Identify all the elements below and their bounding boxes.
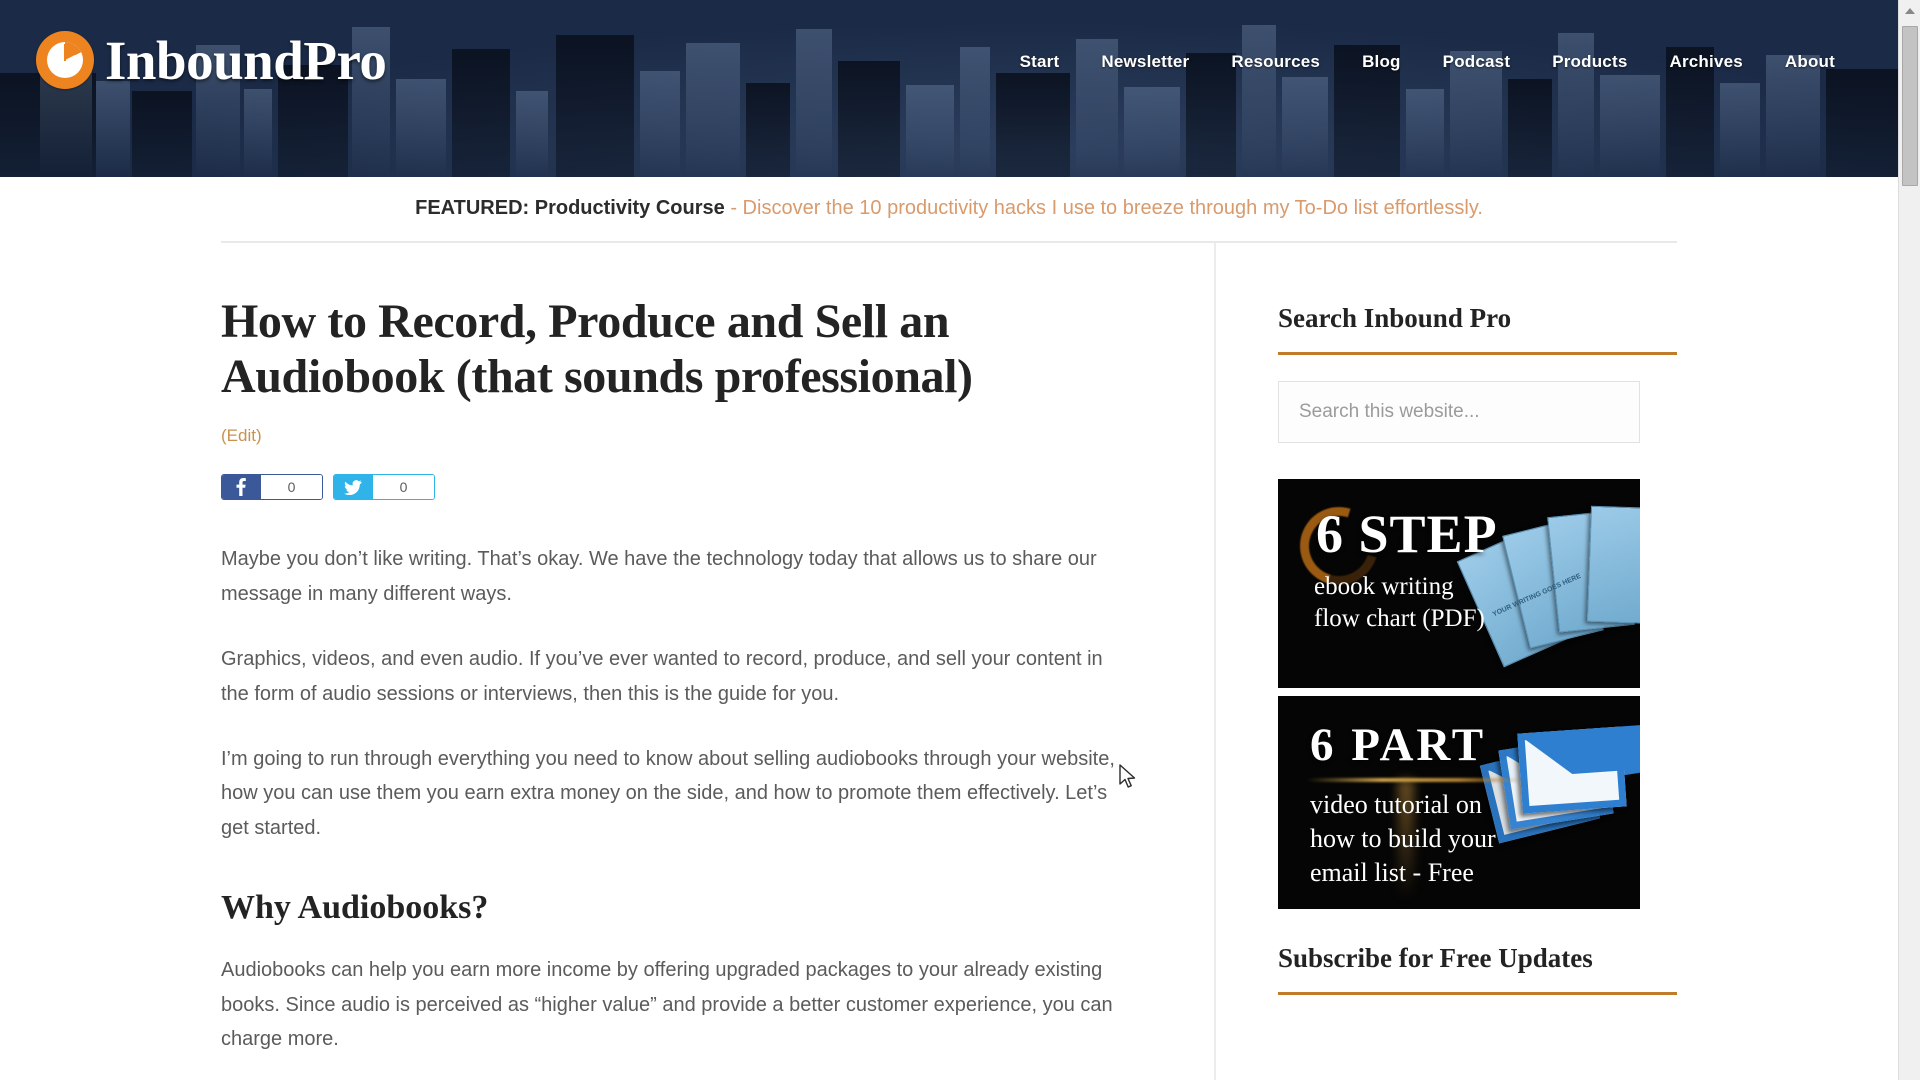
twitter-share-button[interactable]: 0: [333, 474, 435, 501]
site-logo[interactable]: InboundPro: [36, 29, 387, 91]
main-navigation: Start Newsletter Resources Blog Podcast …: [999, 52, 1856, 72]
nav-item-resources[interactable]: Resources: [1210, 52, 1341, 72]
promo-banners: YOUR WRITING GOES HERE 6 STEP ebook writ…: [1278, 479, 1677, 909]
facebook-share-count: 0: [260, 475, 322, 500]
post-paragraph: Audiobooks can help you earn more income…: [221, 959, 1113, 1050]
banner-2-title: 6 PART: [1310, 719, 1487, 771]
facebook-icon: [222, 475, 260, 500]
twitter-bird-icon: [334, 475, 372, 500]
post-paragraph: Graphics, videos, and even audio. If you…: [221, 648, 1103, 705]
page-title: How to Record, Produce and Sell an Audio…: [221, 295, 973, 403]
site-header: InboundPro Start Newsletter Resources Bl…: [0, 0, 1898, 177]
share-buttons: 0 0: [221, 474, 1134, 501]
banner-2-subtitle: video tutorial on how to build your emai…: [1310, 788, 1496, 889]
nav-item-start[interactable]: Start: [999, 52, 1081, 72]
envelopes-graphic: [1479, 718, 1638, 888]
search-input[interactable]: [1278, 381, 1640, 443]
featured-bar: FEATURED: Productivity Course - Discover…: [221, 197, 1677, 243]
banner-1-title: 6 STEP: [1316, 504, 1498, 564]
banner-1-subtitle-line-2: flow chart (PDF): [1314, 605, 1485, 632]
browser-viewport: InboundPro Start Newsletter Resources Bl…: [0, 0, 1920, 1080]
banner-1-subtitle-line-1: ebook writing: [1314, 573, 1454, 600]
subscribe-widget: Subscribe for Free Updates: [1278, 943, 1677, 995]
page-content: InboundPro Start Newsletter Resources Bl…: [0, 0, 1898, 1080]
edit-post-link[interactable]: (Edit): [221, 426, 262, 446]
featured-description-link[interactable]: - Discover the 10 productivity hacks I u…: [725, 197, 1483, 219]
nav-item-podcast[interactable]: Podcast: [1422, 52, 1532, 72]
nav-item-products[interactable]: Products: [1531, 52, 1648, 72]
twitter-share-count: 0: [372, 475, 434, 500]
featured-label: FEATURED: Productivity Course: [415, 197, 725, 219]
section-heading: Why Audiobooks?: [221, 889, 489, 927]
banner-ebook-flow-chart[interactable]: YOUR WRITING GOES HERE 6 STEP ebook writ…: [1278, 479, 1640, 688]
site-logo-text: InboundPro: [105, 29, 387, 91]
scroll-up-button[interactable]: [1899, 0, 1920, 21]
search-widget: Search Inbound Pro: [1278, 303, 1677, 443]
main-content: How to Record, Produce and Sell an Audio…: [221, 243, 1216, 1080]
featured-bar-wrapper: FEATURED: Productivity Course - Discover…: [0, 177, 1898, 243]
post-paragraph: Maybe you don’t like writing. That’s oka…: [221, 548, 1097, 605]
facebook-share-button[interactable]: 0: [221, 474, 323, 501]
pie-chart-icon: [36, 31, 94, 89]
banner-1-subtitle: ebook writing flow chart (PDF): [1314, 571, 1485, 635]
post-paragraph: I’m going to run through everything you …: [221, 748, 1115, 839]
chevron-up-icon: [1904, 7, 1915, 14]
nav-item-about[interactable]: About: [1764, 52, 1856, 72]
nav-item-newsletter[interactable]: Newsletter: [1080, 52, 1210, 72]
banner-2-subtitle-line-1: video tutorial on: [1310, 790, 1482, 819]
page-scrollbar[interactable]: [1898, 0, 1920, 1080]
nav-item-blog[interactable]: Blog: [1341, 52, 1422, 72]
banner-2-subtitle-line-3: email list - Free: [1310, 857, 1474, 887]
banner-2-underline: [1306, 778, 1524, 782]
banner-email-list-video[interactable]: 6 PART video tutorial on how to build yo…: [1278, 696, 1640, 909]
search-widget-title: Search Inbound Pro: [1278, 303, 1677, 355]
sidebar: Search Inbound Pro YOUR WRITING GOES HER…: [1216, 243, 1677, 1031]
nav-item-archives[interactable]: Archives: [1648, 52, 1763, 72]
subscribe-widget-title: Subscribe for Free Updates: [1278, 943, 1677, 995]
banner-2-subtitle-line-2: how to build your: [1310, 823, 1496, 853]
content-columns: How to Record, Produce and Sell an Audio…: [221, 243, 1677, 1080]
scrollbar-thumb[interactable]: [1902, 26, 1918, 186]
